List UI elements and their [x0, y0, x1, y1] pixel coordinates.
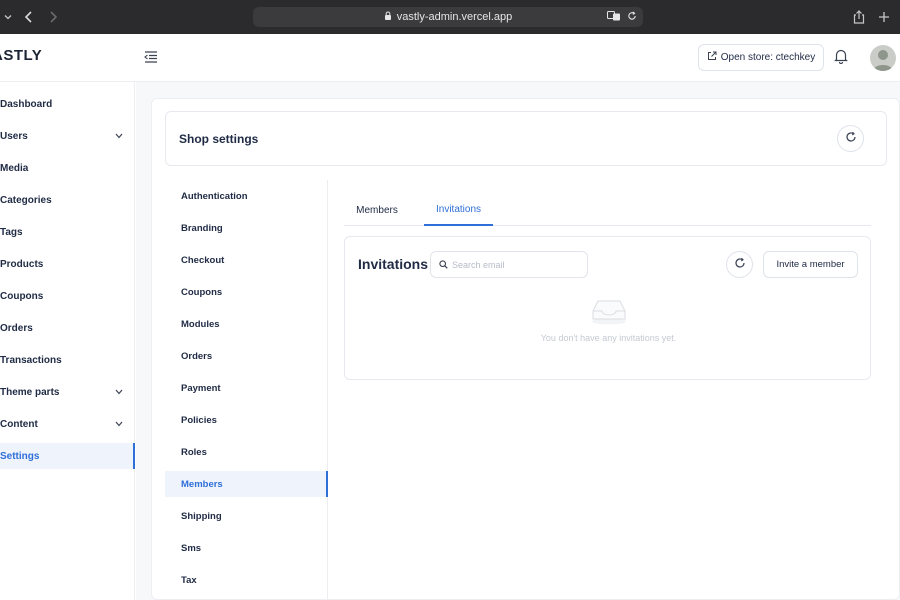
settings-nav-shipping[interactable]: Shipping	[165, 503, 328, 529]
settings-nav-checkout[interactable]: Checkout	[165, 247, 328, 273]
share-icon[interactable]	[851, 0, 867, 34]
sidebar-item-label: Media	[0, 162, 29, 174]
app-header: ASTLY Open store: ctechkey	[0, 34, 900, 82]
sidebar-item-content[interactable]: Content	[0, 411, 135, 437]
sidebar-item-label: Theme parts	[0, 386, 60, 398]
translate-icon[interactable]	[607, 10, 621, 24]
search-email-field[interactable]	[430, 251, 588, 278]
sidebar-item-tags[interactable]: Tags	[0, 219, 135, 245]
settings-nav-members[interactable]: Members	[165, 471, 328, 497]
empty-inbox-icon	[590, 297, 628, 325]
settings-nav-tax[interactable]: Tax	[165, 567, 328, 593]
refresh-icon	[845, 130, 857, 148]
members-tabs: Members Invitations	[344, 195, 871, 226]
sidebar-item-orders[interactable]: Orders	[0, 315, 135, 341]
sidebar-item-label: Categories	[0, 194, 52, 206]
sidebar-item-media[interactable]: Media	[0, 155, 135, 181]
chevron-down-icon	[115, 387, 123, 398]
open-store-label: Open store: ctechkey	[720, 52, 816, 63]
settings-nav-payment[interactable]: Payment	[165, 375, 328, 401]
user-avatar[interactable]	[870, 45, 896, 71]
settings-nav-coupons[interactable]: Coupons	[165, 279, 328, 305]
settings-nav-policies[interactable]: Policies	[165, 407, 328, 433]
lock-icon	[384, 11, 392, 24]
refresh-invitations-button[interactable]	[726, 251, 753, 278]
notifications-bell-icon[interactable]	[834, 48, 850, 66]
invite-member-button[interactable]: Invite a member	[763, 251, 858, 278]
sidebar-toggle-chevron-icon[interactable]	[2, 0, 14, 34]
sidebar-item-label: Dashboard	[0, 98, 53, 110]
refresh-icon	[734, 256, 746, 274]
open-store-button[interactable]: Open store: ctechkey	[698, 44, 824, 71]
external-link-icon	[707, 51, 717, 64]
collapse-menu-icon[interactable]	[144, 50, 160, 66]
sidebar-item-categories[interactable]: Categories	[0, 187, 135, 213]
new-tab-plus-icon[interactable]	[876, 0, 892, 34]
invitations-title: Invitations	[358, 256, 429, 272]
sidebar-item-dashboard[interactable]: Dashboard	[0, 91, 135, 117]
settings-nav-branding[interactable]: Branding	[165, 215, 328, 241]
sidebar-item-label: Transactions	[0, 354, 62, 366]
sidebar-item-label: Coupons	[0, 290, 44, 302]
brand-logo[interactable]: ASTLY	[0, 47, 42, 64]
refresh-settings-button[interactable]	[837, 125, 864, 152]
search-icon	[439, 256, 448, 274]
settings-nav-roles[interactable]: Roles	[165, 439, 328, 465]
settings-nav-orders[interactable]: Orders	[165, 343, 328, 369]
settings-nav-sms[interactable]: Sms	[165, 535, 328, 561]
invitations-panel: Invitations Invite a member You don't ha…	[344, 236, 871, 380]
shop-settings-header: Shop settings	[165, 111, 887, 166]
page-title: Shop settings	[179, 132, 259, 146]
forward-arrow-icon[interactable]	[46, 0, 60, 34]
sidebar-item-coupons[interactable]: Coupons	[0, 283, 135, 309]
tab-members[interactable]: Members	[344, 195, 410, 226]
sidebar-item-label: Tags	[0, 226, 23, 238]
sidebar-item-products[interactable]: Products	[0, 251, 135, 277]
settings-nav-authentication[interactable]: Authentication	[165, 183, 328, 209]
chevron-down-icon	[115, 419, 123, 430]
back-arrow-icon[interactable]	[22, 0, 36, 34]
search-email-input[interactable]	[452, 259, 580, 270]
sidebar-item-theme-parts[interactable]: Theme parts	[0, 379, 135, 405]
reload-icon[interactable]	[627, 10, 637, 24]
sidebar-item-label: Settings	[0, 450, 40, 462]
sidebar-item-label: Products	[0, 258, 44, 270]
settings-nav-modules[interactable]: Modules	[165, 311, 328, 337]
address-bar[interactable]: vastly-admin.vercel.app	[253, 7, 643, 27]
sidebar-item-label: Orders	[0, 322, 33, 334]
sidebar-nav: Dashboard Users Media Categories Tags Pr…	[0, 82, 135, 600]
chevron-down-icon	[115, 131, 123, 142]
tab-invitations[interactable]: Invitations	[424, 195, 493, 226]
sidebar-item-settings[interactable]: Settings	[0, 443, 135, 469]
sidebar-item-label: Content	[0, 418, 38, 430]
sidebar-item-transactions[interactable]: Transactions	[0, 347, 135, 373]
sidebar-item-users[interactable]: Users	[0, 123, 135, 149]
browser-toolbar: vastly-admin.vercel.app	[0, 0, 900, 34]
empty-state-text: You don't have any invitations yet.	[540, 333, 677, 343]
sidebar-item-label: Users	[0, 130, 28, 142]
settings-nav: Authentication Branding Checkout Coupons…	[165, 180, 328, 600]
url-text: vastly-admin.vercel.app	[396, 11, 513, 23]
